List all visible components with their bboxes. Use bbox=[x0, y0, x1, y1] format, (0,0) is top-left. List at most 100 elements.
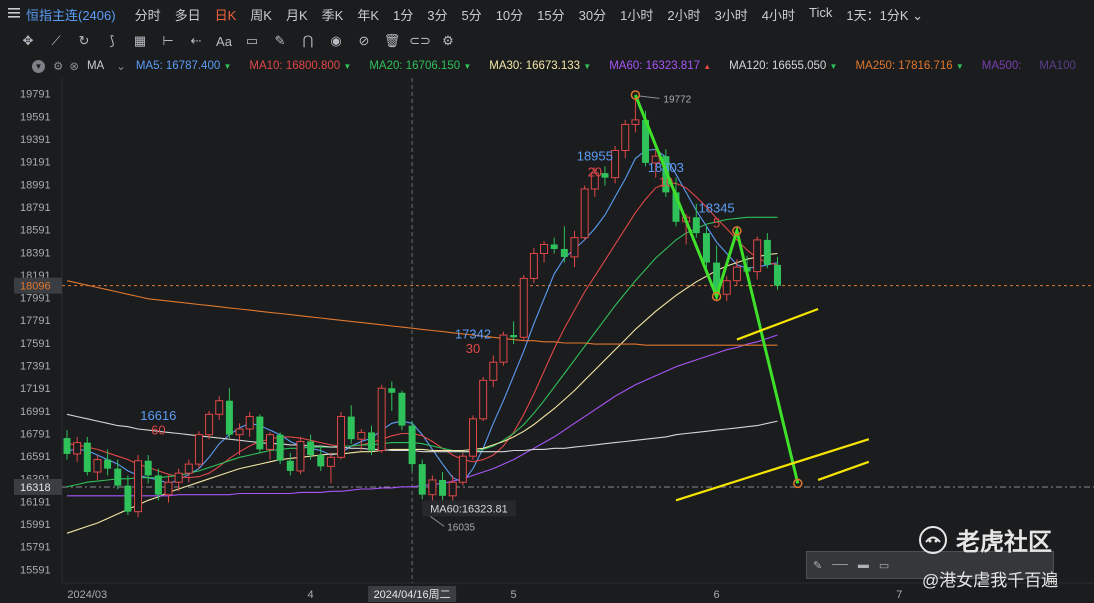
ma-legend-item[interactable]: MA100 bbox=[1039, 60, 1075, 72]
curve-icon[interactable]: ↻ bbox=[70, 30, 98, 52]
candle-body[interactable] bbox=[753, 239, 762, 273]
candle-body[interactable] bbox=[529, 253, 538, 279]
candle-body[interactable] bbox=[763, 239, 771, 265]
period-tab[interactable]: 周K bbox=[243, 5, 279, 24]
period-tab[interactable]: 3分 bbox=[420, 5, 454, 24]
lock-icon[interactable]: ▭ bbox=[879, 559, 889, 572]
period-tab[interactable]: 年K bbox=[350, 5, 386, 24]
candle-body[interactable] bbox=[570, 237, 579, 258]
candle-body[interactable] bbox=[774, 264, 781, 286]
candle-body[interactable] bbox=[205, 413, 214, 436]
candle-body[interactable] bbox=[418, 464, 426, 495]
candle-body[interactable] bbox=[489, 361, 498, 381]
candle-body[interactable] bbox=[235, 428, 244, 436]
candle-body[interactable] bbox=[124, 485, 132, 512]
candle-body[interactable] bbox=[296, 440, 305, 472]
candle-body[interactable] bbox=[286, 460, 294, 471]
line-tool-icon[interactable]: ⟋ bbox=[42, 30, 70, 52]
ma-legend-item[interactable]: MA120: 16655.050 ▼ bbox=[729, 60, 837, 72]
settings-icon[interactable]: ⚙ bbox=[53, 59, 63, 73]
grid-icon[interactable]: ▦ bbox=[126, 30, 154, 52]
pen-icon[interactable]: ✎ bbox=[266, 30, 294, 52]
line-style-icon[interactable]: ── bbox=[832, 559, 848, 571]
candle-body[interactable] bbox=[215, 400, 224, 415]
candle-body[interactable] bbox=[276, 434, 284, 461]
period-tab[interactable]: 分时 bbox=[128, 5, 168, 24]
ma-legend-item[interactable]: MA500: bbox=[982, 60, 1022, 72]
candle-body[interactable] bbox=[631, 119, 640, 125]
candle-body[interactable] bbox=[164, 481, 173, 496]
candle-body[interactable] bbox=[469, 418, 477, 457]
hide-icon[interactable]: ⊘ bbox=[350, 30, 378, 52]
settings-icon[interactable]: ⚙ bbox=[434, 30, 462, 52]
ma-legend-item[interactable]: MA250: 17816.716 ▼ bbox=[855, 60, 963, 72]
collapse-icon[interactable]: ▼ bbox=[32, 59, 45, 73]
candle-body[interactable] bbox=[326, 456, 335, 467]
period-tab[interactable]: 1小时 bbox=[613, 5, 660, 24]
candle-body[interactable] bbox=[104, 459, 112, 469]
candle-body[interactable] bbox=[692, 217, 700, 234]
candle-body[interactable] bbox=[357, 431, 366, 440]
candle-body[interactable] bbox=[428, 479, 437, 496]
candle-body[interactable] bbox=[63, 438, 71, 454]
candle-body[interactable] bbox=[732, 266, 741, 282]
candle-body[interactable] bbox=[266, 434, 274, 450]
candle-body[interactable] bbox=[184, 463, 193, 474]
period-tab[interactable]: 季K bbox=[315, 5, 351, 24]
period-tab[interactable]: 月K bbox=[279, 5, 315, 24]
candle-body[interactable] bbox=[408, 425, 416, 465]
candle-body[interactable] bbox=[174, 472, 183, 483]
period-tab[interactable]: 4小时 bbox=[755, 5, 802, 24]
candle-body[interactable] bbox=[388, 388, 396, 393]
candle-body[interactable] bbox=[347, 416, 355, 440]
indicator-name[interactable]: MA bbox=[87, 60, 104, 72]
comment-icon[interactable]: ▭ bbox=[238, 30, 266, 52]
candle-body[interactable] bbox=[114, 468, 122, 486]
candle-body[interactable] bbox=[580, 188, 589, 239]
ma-legend-item[interactable]: MA60: 16323.817 ▲ bbox=[609, 60, 711, 72]
measure-icon[interactable]: ⊢ bbox=[154, 30, 182, 52]
ma-legend-item[interactable]: MA20: 16706.150 ▼ bbox=[369, 60, 471, 72]
candle-body[interactable] bbox=[439, 479, 447, 496]
period-tab[interactable]: 10分 bbox=[489, 5, 530, 24]
magnet-icon[interactable]: ⋂ bbox=[294, 30, 322, 52]
period-tab[interactable]: 1天：1分K ⌄ bbox=[839, 5, 930, 24]
period-tab[interactable]: 15分 bbox=[530, 5, 571, 24]
move-icon[interactable]: ✥ bbox=[14, 30, 42, 52]
eye-icon[interactable]: ◉ bbox=[322, 30, 350, 52]
candle-body[interactable] bbox=[560, 248, 568, 257]
candle-body[interactable] bbox=[377, 387, 386, 452]
pencil-icon[interactable]: ✎ bbox=[813, 559, 822, 572]
candle-body[interactable] bbox=[398, 392, 406, 426]
candle-body[interactable] bbox=[510, 335, 518, 338]
period-tab[interactable]: 5分 bbox=[454, 5, 488, 24]
close-icon[interactable]: ⊗ bbox=[69, 59, 79, 73]
candle-body[interactable] bbox=[256, 416, 264, 450]
candle-body[interactable] bbox=[448, 481, 457, 497]
toggle-icon[interactable]: ⊂⊃ bbox=[406, 30, 434, 52]
candle-body[interactable] bbox=[144, 460, 152, 476]
candle-body[interactable] bbox=[601, 173, 609, 178]
text-icon[interactable]: Aa bbox=[210, 30, 238, 52]
candle-body[interactable] bbox=[368, 432, 375, 451]
period-tab[interactable]: 3小时 bbox=[708, 5, 755, 24]
ma-legend-item[interactable]: MA30: 16673.133 ▼ bbox=[489, 60, 591, 72]
candle-body[interactable] bbox=[458, 455, 467, 483]
candle-body[interactable] bbox=[722, 280, 731, 295]
candle-body[interactable] bbox=[225, 400, 233, 435]
candle-body[interactable] bbox=[93, 459, 102, 473]
indicator-dropdown-icon[interactable]: ⌄ bbox=[116, 59, 126, 73]
candle-body[interactable] bbox=[307, 441, 315, 456]
candle-body[interactable] bbox=[317, 455, 325, 467]
candle-body[interactable] bbox=[479, 379, 488, 420]
menu-icon[interactable] bbox=[8, 7, 20, 19]
candle-body[interactable] bbox=[83, 442, 91, 473]
period-tab[interactable]: 多日 bbox=[168, 5, 208, 24]
candle-body[interactable] bbox=[73, 442, 82, 455]
period-tab[interactable]: 30分 bbox=[572, 5, 613, 24]
period-tab[interactable]: Tick bbox=[802, 5, 839, 24]
line-width-icon[interactable]: ▬ bbox=[858, 559, 869, 571]
candle-body[interactable] bbox=[245, 416, 254, 430]
period-tab[interactable]: 日K bbox=[208, 5, 244, 24]
candle-body[interactable] bbox=[519, 277, 528, 338]
